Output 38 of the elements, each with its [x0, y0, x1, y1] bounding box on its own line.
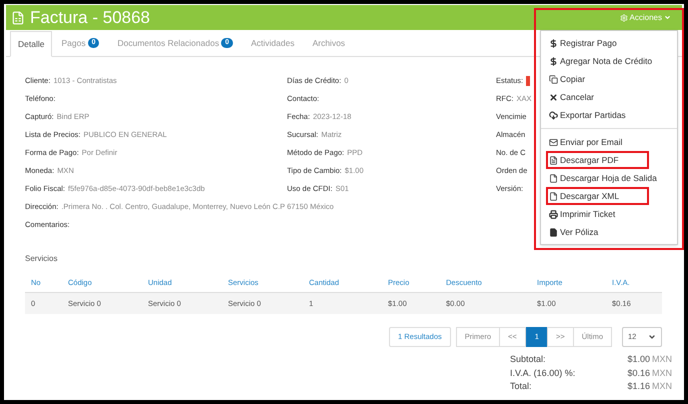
- menu-item[interactable]: Descargar PDF: [549, 154, 619, 166]
- total-amount: $0.16: [627, 366, 650, 380]
- page-title: Factura - 50868: [30, 6, 150, 29]
- document-icon: [549, 174, 558, 182]
- menu-item[interactable]: Ver Póliza: [549, 226, 598, 238]
- total-amount: $1.16: [627, 380, 650, 393]
- total-label: Subtotal:: [510, 353, 546, 366]
- printer-icon: [549, 210, 558, 218]
- cloud-download-icon: [549, 110, 558, 120]
- total-amount: $1.00: [627, 353, 650, 366]
- close-icon: [549, 92, 558, 102]
- menu-item[interactable]: Copiar: [549, 72, 586, 86]
- menu-item[interactable]: Exportar Partidas: [549, 108, 626, 122]
- menu-item[interactable]: Descargar Hoja de Salida: [549, 172, 657, 184]
- caret-icon: [664, 14, 671, 21]
- menu-item[interactable]: Enviar por Email: [549, 136, 622, 148]
- document-icon: [549, 192, 558, 200]
- total-label: I.V.A. (16.00) %:: [510, 366, 576, 380]
- mail-icon: [549, 138, 558, 146]
- menu-item[interactable]: Registrar Pago: [549, 36, 617, 50]
- menu-item[interactable]: Imprimir Ticket: [549, 208, 616, 220]
- dollar-icon: [549, 56, 558, 66]
- chevron-down-icon: [648, 333, 656, 341]
- document-icon: [549, 228, 558, 236]
- menu-item[interactable]: Agregar Nota de Crédito: [549, 54, 652, 68]
- tab[interactable]: Detalle: [10, 31, 52, 57]
- dollar-icon: [549, 38, 558, 48]
- menu-item[interactable]: Descargar XML: [549, 190, 620, 202]
- section-title: Servicios: [25, 253, 58, 265]
- gear-icon: [620, 14, 628, 22]
- document-icon: [549, 156, 558, 164]
- menu-item[interactable]: Cancelar: [549, 90, 594, 104]
- currency-label: MXN: [652, 380, 672, 393]
- invoice-icon: [11, 10, 25, 24]
- copy-icon: [549, 74, 558, 84]
- currency-label: MXN: [652, 353, 672, 366]
- total-label: Total:: [510, 380, 532, 393]
- currency-label: MXN: [652, 366, 672, 380]
